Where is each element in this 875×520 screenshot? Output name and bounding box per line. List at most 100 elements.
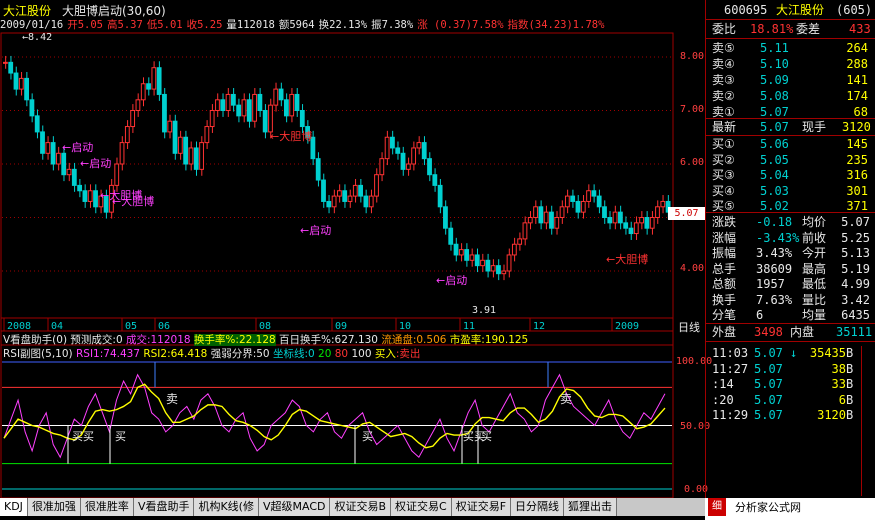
- tick-row: :14 5.07 33 B: [706, 376, 875, 392]
- candle-body: [517, 238, 523, 245]
- buy-mark: 买: [481, 430, 492, 443]
- candle-body: [474, 254, 480, 267]
- inner-value: 35111: [836, 325, 873, 339]
- candle-body: [623, 222, 629, 229]
- candle-body: [209, 110, 215, 128]
- weicha-value: 433: [849, 22, 871, 36]
- tab-8[interactable]: 权证交易F: [451, 498, 512, 516]
- tab-2[interactable]: 很准胜率: [80, 498, 134, 516]
- tab-3[interactable]: V看盘助手: [133, 498, 195, 516]
- stat-row: 涨跌 -0.18 均价 5.07: [706, 214, 875, 230]
- stat-value: 38609: [756, 261, 793, 276]
- chart-canvas[interactable]: ←启动←启动←大胆博←大胆博←启动←大胆博←启动←大胆博 2008 04 05 06 0…: [0, 0, 705, 498]
- candle-body: [204, 126, 210, 144]
- x-tick-label: 2009: [615, 321, 639, 332]
- tick-vol: 3120: [817, 408, 846, 422]
- tab-7[interactable]: 权证交易C: [391, 498, 452, 516]
- max-price-label: ←8.42: [22, 32, 53, 43]
- signal-label: ←大胆博: [112, 194, 154, 208]
- period-label[interactable]: 日线: [678, 319, 700, 335]
- candle-body: [24, 77, 30, 101]
- candle-body: [18, 77, 24, 90]
- candle-body: [119, 142, 125, 165]
- x-tick-label: 05: [125, 321, 137, 332]
- candle-body: [326, 200, 332, 208]
- candle-body: [639, 217, 644, 224]
- candle-body: [458, 249, 464, 256]
- candle-body: [358, 184, 364, 197]
- candle-body: [299, 110, 305, 128]
- candle-body: [607, 217, 613, 224]
- candle-body: [183, 136, 189, 165]
- candle-body: [268, 104, 273, 133]
- stat-value: 4.99: [841, 277, 870, 291]
- candle-body: [151, 67, 157, 90]
- candle-body: [427, 158, 432, 176]
- candle-body: [564, 195, 570, 208]
- tick-vol: 38: [831, 361, 846, 376]
- sell-order-row: 卖③ 5.09 141: [706, 72, 875, 88]
- rsi-20: 20: [318, 348, 332, 360]
- candle-body: [549, 211, 554, 229]
- inner-label: 内盘: [790, 325, 815, 339]
- candle-body: [543, 211, 549, 224]
- tab-5[interactable]: V超级MACD: [258, 498, 331, 516]
- candle-body: [411, 147, 417, 165]
- stat-label: 量比: [802, 292, 827, 307]
- rsi-buy: 买入: [374, 348, 396, 360]
- x-tick-label: 10: [399, 321, 411, 332]
- candle-body: [257, 93, 263, 111]
- candle-body: [384, 136, 390, 160]
- order-price: 5.11: [760, 41, 789, 55]
- order-price: 5.04: [760, 168, 789, 182]
- stat-value: 5.07: [841, 215, 870, 229]
- candle-body: [511, 243, 517, 256]
- rsi-frame: [0, 344, 674, 498]
- order-label: 买①: [712, 137, 735, 151]
- candle-body: [241, 99, 247, 117]
- candle-body: [71, 168, 77, 186]
- y-tick-7: 7.00: [680, 104, 705, 115]
- outer-label: 外盘: [712, 325, 737, 339]
- candle-body: [294, 93, 300, 111]
- tick-price: 5.07: [754, 346, 783, 360]
- order-label: 卖⑤: [712, 41, 735, 55]
- candle-body: [437, 184, 443, 208]
- candle-body: [236, 104, 242, 117]
- candle-body: [199, 142, 204, 170]
- candle-body: [13, 72, 19, 90]
- tab-6[interactable]: 权证交易B: [330, 498, 392, 516]
- tab-9[interactable]: 日分隔线: [511, 498, 565, 516]
- tick-time: 11:03: [712, 346, 749, 360]
- candle-body: [230, 93, 236, 106]
- candle-body: [602, 206, 607, 219]
- tick-vol: 35435: [809, 346, 846, 360]
- assist-turnover: 换手率%:22.128: [193, 334, 276, 346]
- candle-body: [246, 99, 252, 122]
- candle-body: [114, 163, 120, 186]
- stat-value: 5.25: [841, 230, 870, 245]
- tick-price: 5.07: [754, 408, 783, 422]
- tab-1[interactable]: 很准加强: [27, 498, 81, 516]
- stat-row: 振幅 3.43% 今开 5.13: [706, 245, 875, 261]
- candle-body: [559, 206, 565, 219]
- tick-row: 11:03 5.07 ↓ 35435 B: [706, 345, 875, 361]
- tab-10[interactable]: 狐狸出击: [564, 498, 618, 516]
- tick-row: 11:27 5.07 38 B: [706, 361, 875, 377]
- x-tick-label: 08: [259, 321, 271, 332]
- candle-body: [464, 249, 470, 261]
- stock-code: 600695: [724, 3, 768, 17]
- signal-label: ←启动: [436, 274, 467, 287]
- candle-body: [596, 195, 602, 208]
- tab-4[interactable]: 机构K线(修: [194, 498, 259, 516]
- signal-label: ←启动: [80, 157, 111, 170]
- tab-0[interactable]: KDJ: [0, 498, 28, 516]
- candle-body: [283, 99, 289, 117]
- rsi-panel: [2, 361, 672, 490]
- candle-body: [66, 168, 72, 176]
- y-tick-4: 4.00: [680, 263, 705, 274]
- candle-body: [480, 259, 485, 267]
- tick-scrollbar[interactable]: [861, 346, 873, 496]
- candle-body: [649, 217, 655, 229]
- candle-body: [8, 61, 14, 74]
